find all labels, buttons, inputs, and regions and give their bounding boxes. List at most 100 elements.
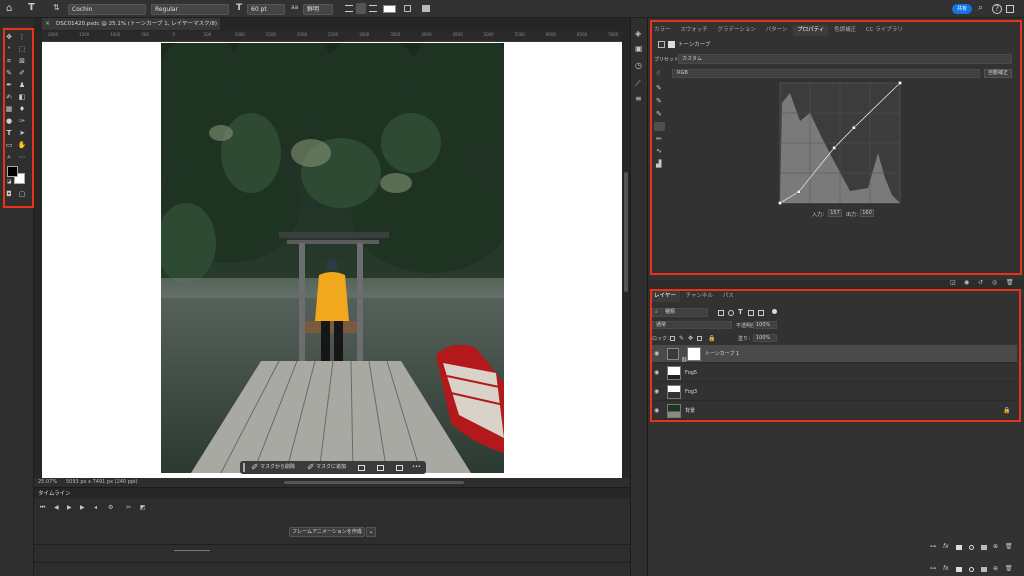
timeline-header	[34, 488, 630, 498]
text-color-swatch[interactable]	[383, 5, 396, 13]
timeline-zoom-slider[interactable]	[174, 550, 210, 551]
view-previous-icon[interactable]: ◉	[964, 280, 969, 286]
ruler-tick-label: 1500	[79, 32, 90, 37]
history-icon[interactable]: ◷	[635, 62, 642, 70]
layers-highlight-box	[650, 289, 1021, 422]
photo-image	[161, 43, 504, 473]
libraries-icon[interactable]: ▣	[635, 45, 643, 53]
prev-frame-icon[interactable]: ◀	[54, 505, 59, 511]
horizontal-scroll-thumb[interactable]	[284, 481, 464, 484]
document-tab[interactable]: × DSC01420.psdc @ 25.1% (トーンカーブ 1, レイヤーマ…	[42, 18, 220, 39]
status-arrow-icon[interactable]: ›	[134, 478, 136, 487]
font-family-select[interactable]: Cochin	[68, 4, 146, 15]
ruler-tick-label: 2000	[48, 32, 59, 37]
brushes-icon[interactable]: ⟋	[635, 80, 641, 88]
warp-text-icon[interactable]	[404, 5, 411, 12]
audio-icon[interactable]: ◂	[94, 505, 97, 511]
ruler-tick-label: 0	[172, 32, 175, 37]
timeline-panel: タイムライン ⏮ ◀ ▶ ▶ ◂ ⚙ ✂ ◩ フレームアニメーションを作成 ⌄	[34, 487, 630, 576]
new-group-icon-2[interactable]	[981, 567, 987, 572]
ruler-tick-label: 6000	[545, 32, 556, 37]
ruler-tick-label: 3500	[390, 32, 401, 37]
search-icon[interactable]: ⌕	[978, 4, 983, 13]
feather-mask-icon[interactable]	[377, 465, 384, 471]
font-size-icon: T	[236, 3, 243, 13]
ruler-tick-label: 500	[141, 32, 149, 37]
first-frame-icon[interactable]: ⏮	[40, 505, 45, 511]
ruler-tick-label: 1000	[110, 32, 121, 37]
horizontal-ruler: 2000 1500 1000 500 0 500 1000 1500 2000 2500 3000 3…	[42, 31, 622, 42]
transition-icon[interactable]: ◩	[140, 505, 146, 511]
more-options-button[interactable]: •••	[412, 461, 421, 474]
next-frame-icon[interactable]: ▶	[80, 505, 85, 511]
layer-style-icon-2[interactable]: fx	[943, 566, 949, 572]
share-button[interactable]: 共有	[952, 4, 972, 14]
workspace-icon[interactable]	[1006, 5, 1014, 13]
vertical-scrollbar[interactable]	[623, 42, 629, 478]
ruler-tick-label: 3000	[359, 32, 370, 37]
delete-layer-icon-2[interactable]: 🗑	[1005, 566, 1013, 572]
ruler-tick-label: 4500	[452, 32, 463, 37]
new-adjustment-icon-2[interactable]	[969, 567, 974, 572]
vertical-scroll-thumb[interactable]	[624, 172, 628, 292]
home-icon[interactable]: ⌂	[6, 4, 12, 14]
new-layer-icon[interactable]: ⊕	[993, 544, 998, 550]
align-left-icon[interactable]	[345, 5, 353, 12]
ruler-tick-label: 2500	[328, 32, 339, 37]
align-center-icon[interactable]	[356, 3, 366, 14]
link-layers-icon[interactable]: ⊶	[930, 544, 936, 550]
mask-add-icon: ✐	[307, 463, 315, 473]
close-tab-icon[interactable]: ×	[45, 21, 53, 27]
animation-dropdown-icon[interactable]: ⌄	[366, 527, 376, 537]
ruler-tick-label: 6500	[576, 32, 588, 37]
split-icon[interactable]: ✂	[126, 505, 131, 511]
mask-subtract-icon: ✐	[251, 463, 259, 473]
type-tool-icon[interactable]: T	[28, 3, 35, 13]
ruler-tick-label: 5500	[514, 32, 525, 37]
settings-icon[interactable]: ⚙	[108, 505, 113, 511]
link-layers-icon-2[interactable]: ⊶	[930, 566, 936, 572]
taskbar-handle[interactable]	[243, 463, 245, 472]
document-dimensions: 5093 px x 7491 px (240 ppi)	[66, 479, 138, 485]
learn-icon[interactable]: ◈	[635, 30, 641, 38]
invert-mask-icon[interactable]	[358, 465, 365, 471]
create-frame-animation-button[interactable]: フレームアニメーションを作成	[289, 527, 365, 537]
new-group-icon[interactable]	[981, 545, 987, 550]
timeline-title[interactable]: タイムライン	[38, 489, 71, 497]
layer-style-icon[interactable]: fx	[943, 544, 949, 550]
panels-icon[interactable]	[422, 5, 430, 12]
ruler-tick-label: 7000	[608, 32, 619, 37]
visibility-icon[interactable]: ◎	[992, 280, 997, 286]
help-icon[interactable]: ?	[992, 4, 1002, 14]
ruler-tick-label: 2000	[296, 32, 308, 37]
timeline-divider-2	[34, 562, 630, 563]
text-orientation-icon[interactable]: ⇅	[53, 4, 60, 12]
font-style-select[interactable]: Regular	[151, 4, 229, 15]
new-adjustment-icon[interactable]	[969, 545, 974, 550]
timeline-divider	[34, 544, 630, 545]
zoom-level[interactable]: 25.07%	[38, 478, 57, 487]
font-size-select[interactable]: 60 pt	[247, 4, 285, 15]
subtract-from-mask-button[interactable]: マスクから削除	[260, 461, 295, 474]
clip-to-layer-icon[interactable]: ◲	[950, 280, 956, 286]
anti-alias-icon: aa	[291, 4, 299, 11]
reset-icon[interactable]: ↺	[978, 280, 983, 286]
ruler-tick-label: 1000	[234, 32, 245, 37]
fill-mask-icon[interactable]	[396, 465, 403, 471]
add-to-mask-button[interactable]: マスクに追加	[316, 461, 346, 474]
lake-pier-photo	[161, 43, 504, 473]
panel-icon-strip: ◈ ▣ ◷ ⟋ ≡	[630, 18, 648, 576]
contextual-taskbar: ✐ マスクから削除 ✐ マスクに追加 •••	[240, 461, 426, 474]
new-layer-icon-2[interactable]: ⊕	[993, 566, 998, 572]
delete-adjustment-icon[interactable]: 🗑	[1006, 280, 1014, 286]
add-mask-icon-2[interactable]	[956, 567, 962, 572]
adjust-icon[interactable]: ≡	[635, 95, 642, 103]
status-bar: 25.07% 5093 px x 7491 px (240 ppi) ›	[34, 478, 630, 487]
align-right-icon[interactable]	[369, 5, 377, 12]
properties-highlight-box	[650, 20, 1022, 275]
delete-layer-icon[interactable]: 🗑	[1005, 544, 1013, 550]
add-mask-icon[interactable]	[956, 545, 962, 550]
play-icon[interactable]: ▶	[67, 505, 72, 511]
ruler-tick-label: 1500	[265, 32, 276, 37]
anti-alias-select[interactable]: 鮮明	[303, 4, 333, 15]
